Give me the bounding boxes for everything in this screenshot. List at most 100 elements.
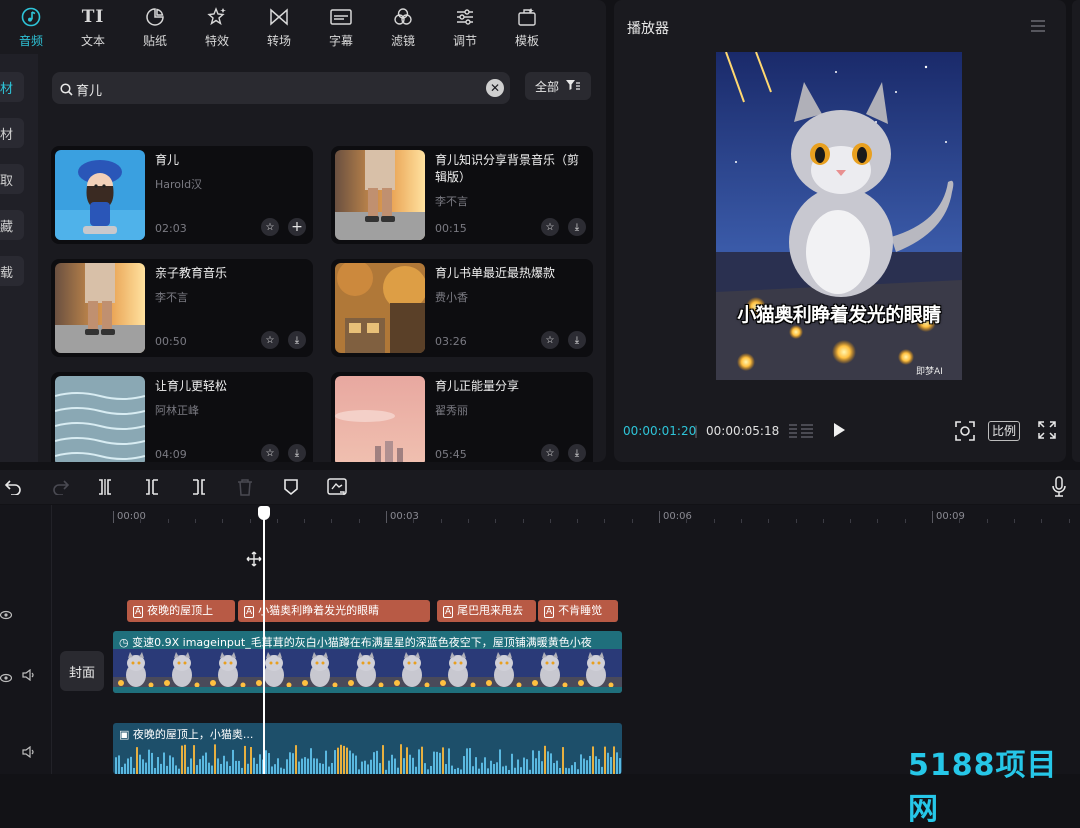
video-clip[interactable]: ◷ 变速0.9X imageinput_毛茸茸的灰白小猫蹲在布满星星的深蓝色夜空… xyxy=(113,631,622,693)
tab-templates[interactable]: 模板 xyxy=(496,0,558,54)
eye-icon[interactable] xyxy=(0,668,13,683)
sidebar-item-extract[interactable]: 取 xyxy=(0,164,24,194)
subtitle-clip[interactable]: A 小猫奥利睁着发光的眼睛 xyxy=(238,600,430,622)
audio-clip-text: 夜晚的屋顶上，小猫奥... xyxy=(132,728,254,741)
music-note-icon xyxy=(20,6,42,28)
playhead-handle[interactable] xyxy=(258,506,270,520)
subtitle-clip[interactable]: A 尾巴甩来甩去 xyxy=(437,600,536,622)
add-to-track-button[interactable]: + xyxy=(288,218,306,236)
video-preview[interactable]: 小猫奥利睁着发光的眼睛 即梦AI xyxy=(716,52,962,380)
sidebar-item-favorites[interactable]: 藏 xyxy=(0,210,24,240)
waveform-bar xyxy=(613,746,615,774)
waveform-toggle-icon[interactable] xyxy=(788,421,814,445)
audio-artist: 翟秀丽 xyxy=(435,404,468,417)
tab-captions[interactable]: 字幕 xyxy=(310,0,372,54)
speaker-icon[interactable] xyxy=(22,666,36,685)
download-button[interactable]: ⤓ xyxy=(288,331,306,349)
waveform-bar xyxy=(298,761,300,774)
subtitle-clip[interactable]: A 不肯睡觉 xyxy=(538,600,618,622)
waveform-bar xyxy=(247,763,249,774)
waveform-bar xyxy=(388,760,390,774)
waveform-bar xyxy=(556,760,558,774)
audio-result-card[interactable]: 育儿书单最近最热爆款 费小香 03:26 ☆ ⤓ xyxy=(331,259,593,357)
eye-icon[interactable] xyxy=(0,605,13,620)
trim-left-icon[interactable] xyxy=(141,476,163,498)
fullscreen-icon[interactable] xyxy=(1038,421,1056,443)
waveform-bar xyxy=(283,768,285,774)
audio-result-card[interactable]: 育儿知识分享背景音乐（剪辑版） 李不言 00:15 ☆ ⤓ xyxy=(331,146,593,244)
auto-reframe-icon[interactable] xyxy=(326,476,348,498)
audio-result-card[interactable]: 亲子教育音乐 李不言 00:50 ☆ ⤓ xyxy=(51,259,313,357)
waveform-bar xyxy=(517,759,519,774)
trim-right-icon[interactable] xyxy=(188,476,210,498)
favorite-button[interactable]: ☆ xyxy=(541,331,559,349)
tab-audio[interactable]: 音频 xyxy=(0,0,62,54)
tab-adjust[interactable]: 调节 xyxy=(434,0,496,54)
favorite-button[interactable]: ☆ xyxy=(541,444,559,462)
text-ti-icon: TI xyxy=(81,6,105,27)
tab-label: 音频 xyxy=(18,33,43,48)
audio-result-card[interactable]: 让育儿更轻松 阿林正峰 04:09 ☆ ⤓ xyxy=(51,372,313,462)
waveform-bar xyxy=(235,760,237,774)
waveform-bar xyxy=(166,765,168,774)
sidebar-item-material-2[interactable]: 材 xyxy=(0,118,24,148)
tab-filters[interactable]: 滤镜 xyxy=(372,0,434,54)
aspect-ratio-button[interactable]: 比例 xyxy=(988,421,1021,441)
download-button[interactable]: ⤓ xyxy=(288,444,306,462)
favorite-button[interactable]: ☆ xyxy=(261,218,279,236)
screenshot-focus-icon[interactable] xyxy=(954,420,976,446)
search-input[interactable]: 育儿 xyxy=(52,72,510,104)
library-side-nav: 材 材 取 藏 载 xyxy=(0,54,38,462)
favorite-button[interactable]: ☆ xyxy=(541,218,559,236)
tab-text[interactable]: TI 文本 xyxy=(62,0,124,54)
menu-icon[interactable] xyxy=(1030,18,1046,32)
audio-clip[interactable]: ▣ 夜晚的屋顶上，小猫奥... xyxy=(113,723,622,774)
waveform-bar xyxy=(265,750,267,774)
download-button[interactable]: ⤓ xyxy=(568,218,586,236)
microphone-icon[interactable] xyxy=(1048,476,1070,498)
tab-transition[interactable]: 转场 xyxy=(248,0,310,54)
filter-all-button[interactable]: 全部 xyxy=(525,72,591,100)
audio-result-card[interactable]: 育儿 Harold汉 02:03 ☆ + xyxy=(51,146,313,244)
thumbnail-autumn xyxy=(335,263,425,353)
ruler-minor-tick xyxy=(194,519,196,523)
waveform-bar xyxy=(208,762,210,774)
undo-icon[interactable] xyxy=(2,476,24,498)
caption-icon xyxy=(330,6,352,28)
clear-search-button[interactable]: ✕ xyxy=(486,79,504,97)
audio-duration: 03:26 xyxy=(435,335,467,348)
sidebar-item-material[interactable]: 材 xyxy=(0,72,24,102)
waveform-bar xyxy=(352,753,354,774)
play-icon[interactable] xyxy=(832,422,846,442)
waveform-bar xyxy=(562,747,564,774)
sidebar-item-downloads[interactable]: 载 xyxy=(0,256,24,286)
tab-effects[interactable]: 特效 xyxy=(186,0,248,54)
ruler-minor-tick xyxy=(877,519,879,523)
delete-icon[interactable] xyxy=(234,476,256,498)
favorite-button[interactable]: ☆ xyxy=(261,331,279,349)
audio-title: 育儿 xyxy=(155,153,180,167)
waveform-bar xyxy=(502,766,504,774)
marker-shield-icon[interactable] xyxy=(280,476,302,498)
waveform-bar xyxy=(571,765,573,774)
waveform-bar xyxy=(580,754,582,774)
waveform-bar xyxy=(355,755,357,774)
redo-icon[interactable] xyxy=(50,476,72,498)
waveform-bar xyxy=(232,749,234,774)
cover-button[interactable]: 封面 xyxy=(60,651,104,691)
waveform-bar xyxy=(313,758,315,774)
waveform-bar xyxy=(301,758,303,774)
playhead[interactable] xyxy=(263,513,265,774)
favorite-button[interactable]: ☆ xyxy=(261,444,279,462)
download-button[interactable]: ⤓ xyxy=(568,444,586,462)
ruler-minor-tick xyxy=(631,519,633,523)
subtitle-clip[interactable]: A 夜晚的屋顶上 xyxy=(127,600,235,622)
waveform-bar xyxy=(229,766,231,774)
transition-bowtie-icon xyxy=(268,6,290,28)
speaker-icon[interactable] xyxy=(22,743,36,762)
audio-result-card[interactable]: 育儿正能量分享 翟秀丽 05:45 ☆ ⤓ xyxy=(331,372,593,462)
split-icon[interactable] xyxy=(94,476,116,498)
ruler-minor-tick xyxy=(140,519,142,523)
tab-sticker[interactable]: 贴纸 xyxy=(124,0,186,54)
download-button[interactable]: ⤓ xyxy=(568,331,586,349)
